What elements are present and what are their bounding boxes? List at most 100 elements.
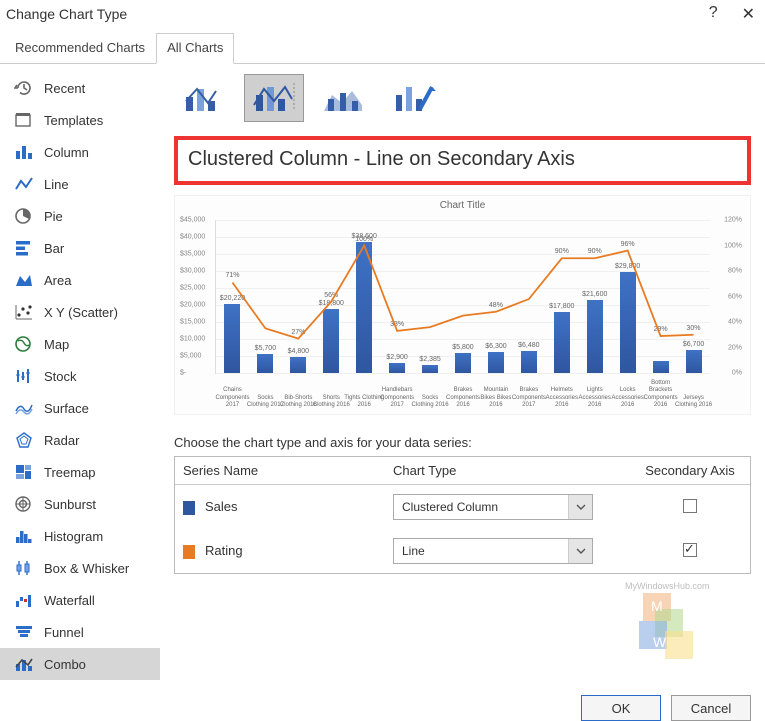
series-type-value: Line [402,544,425,558]
series-swatch [183,501,195,515]
subtype-title-highlight: Clustered Column - Line on Secondary Axi… [174,136,751,185]
x-y-scatter--icon [14,303,34,321]
sidebar-item-area[interactable]: Area [0,264,160,296]
subtype-clustered-column-line-secondary[interactable] [244,74,304,122]
chart-preview-title: Chart Title [175,200,750,211]
funnel-icon [14,623,34,641]
sidebar-item-label: Waterfall [44,593,95,608]
chevron-down-icon [568,539,592,563]
subtype-clustered-column-line[interactable] [174,74,234,122]
series-name: Rating [205,543,243,558]
area-icon [14,271,34,289]
sidebar-item-column[interactable]: Column [0,136,160,168]
sidebar-item-label: Surface [44,401,89,416]
stacked-area-combo-icon [322,81,366,115]
sidebar-item-combo[interactable]: Combo [0,648,160,680]
sidebar-item-label: Funnel [44,625,84,640]
sidebar-item-line[interactable]: Line [0,168,160,200]
sidebar-item-stock[interactable]: Stock [0,360,160,392]
series-type-value: Clustered Column [402,500,498,514]
sidebar-item-label: Radar [44,433,79,448]
sidebar-item-box-whisker[interactable]: Box & Whisker [0,552,160,584]
subtype-custom-combo[interactable] [384,74,444,122]
header-chart-type: Chart Type [385,457,630,484]
sidebar-item-label: Sunburst [44,497,96,512]
sidebar-item-label: Map [44,337,69,352]
window-title: Change Chart Type [6,6,127,22]
main-pane: Clustered Column - Line on Secondary Axi… [160,64,765,685]
sidebar-item-label: Line [44,177,69,192]
surface-icon [14,399,34,417]
tab-all-charts[interactable]: All Charts [156,33,234,64]
cancel-button[interactable]: Cancel [671,695,751,721]
series-type-select-rating[interactable]: Line [393,538,593,564]
sidebar-item-treemap[interactable]: Treemap [0,456,160,488]
tabs: Recommended Charts All Charts [0,32,765,64]
map-icon [14,335,34,353]
sidebar-item-radar[interactable]: Radar [0,424,160,456]
series-config-header: Series Name Chart Type Secondary Axis [175,457,750,485]
help-button[interactable]: ? [709,4,718,24]
series-config: Choose the chart type and axis for your … [174,435,751,574]
sidebar-item-templates[interactable]: Templates [0,104,160,136]
dialog-buttons: OK Cancel [0,685,765,721]
stock-icon [14,367,34,385]
custom-combo-icon [392,81,436,115]
secondary-axis-checkbox-rating[interactable] [683,543,697,557]
combo-subtype-row [174,74,751,122]
sidebar-item-map[interactable]: Map [0,328,160,360]
sidebar-item-surface[interactable]: Surface [0,392,160,424]
combo-secondary-icon [252,81,296,115]
subtype-title: Clustered Column - Line on Secondary Axi… [188,148,737,171]
sidebar-item-label: Area [44,273,71,288]
series-config-table: Series Name Chart Type Secondary Axis Sa… [174,456,751,574]
series-type-select-sales[interactable]: Clustered Column [393,494,593,520]
line-icon [14,175,34,193]
sidebar-item-label: Combo [44,657,86,672]
series-row-sales: Sales Clustered Column [175,485,750,529]
sidebar-item-label: Treemap [44,465,96,480]
combo-icon [182,81,226,115]
tab-recommended-charts[interactable]: Recommended Charts [4,33,156,64]
secondary-axis-checkbox-sales[interactable] [683,499,697,513]
sidebar-item-recent[interactable]: Recent [0,72,160,104]
box-whisker-icon [14,559,34,577]
close-button[interactable]: ✕ [742,4,755,24]
chart-line [216,220,710,373]
templates-icon [14,111,34,129]
series-config-prompt: Choose the chart type and axis for your … [174,435,751,450]
series-name: Sales [205,499,238,514]
waterfall-icon [14,591,34,609]
treemap-icon [14,463,34,481]
sidebar-item-label: Pie [44,209,63,224]
sidebar-item-sunburst[interactable]: Sunburst [0,488,160,520]
sidebar-item-funnel[interactable]: Funnel [0,616,160,648]
radar-icon [14,431,34,449]
sidebar-item-label: Templates [44,113,103,128]
recent-icon [14,79,34,97]
subtype-stacked-area-column[interactable] [314,74,374,122]
sidebar-item-bar[interactable]: Bar [0,232,160,264]
histogram-icon [14,527,34,545]
sidebar-item-label: Box & Whisker [44,561,129,576]
sidebar-item-label: Stock [44,369,77,384]
series-swatch [183,545,195,559]
header-secondary-axis: Secondary Axis [630,457,750,484]
series-row-rating: Rating Line [175,529,750,573]
ok-button[interactable]: OK [581,695,661,721]
sidebar-item-label: X Y (Scatter) [44,305,118,320]
sidebar-item-label: Column [44,145,89,160]
chart-category-list: Recent Templates Column Line Pie Bar Area X Y (… [0,64,160,685]
sunburst-icon [14,495,34,513]
sidebar-item-pie[interactable]: Pie [0,200,160,232]
chart-preview[interactable]: Chart Title $-$5,000$10,000$15,000$20,00… [174,195,751,415]
sidebar-item-label: Bar [44,241,64,256]
header-series-name: Series Name [175,457,385,484]
sidebar-item-waterfall[interactable]: Waterfall [0,584,160,616]
combo-icon [14,655,34,673]
bar-icon [14,239,34,257]
sidebar-item-histogram[interactable]: Histogram [0,520,160,552]
sidebar-item-x-y-scatter-[interactable]: X Y (Scatter) [0,296,160,328]
chevron-down-icon [568,495,592,519]
sidebar-item-label: Histogram [44,529,103,544]
